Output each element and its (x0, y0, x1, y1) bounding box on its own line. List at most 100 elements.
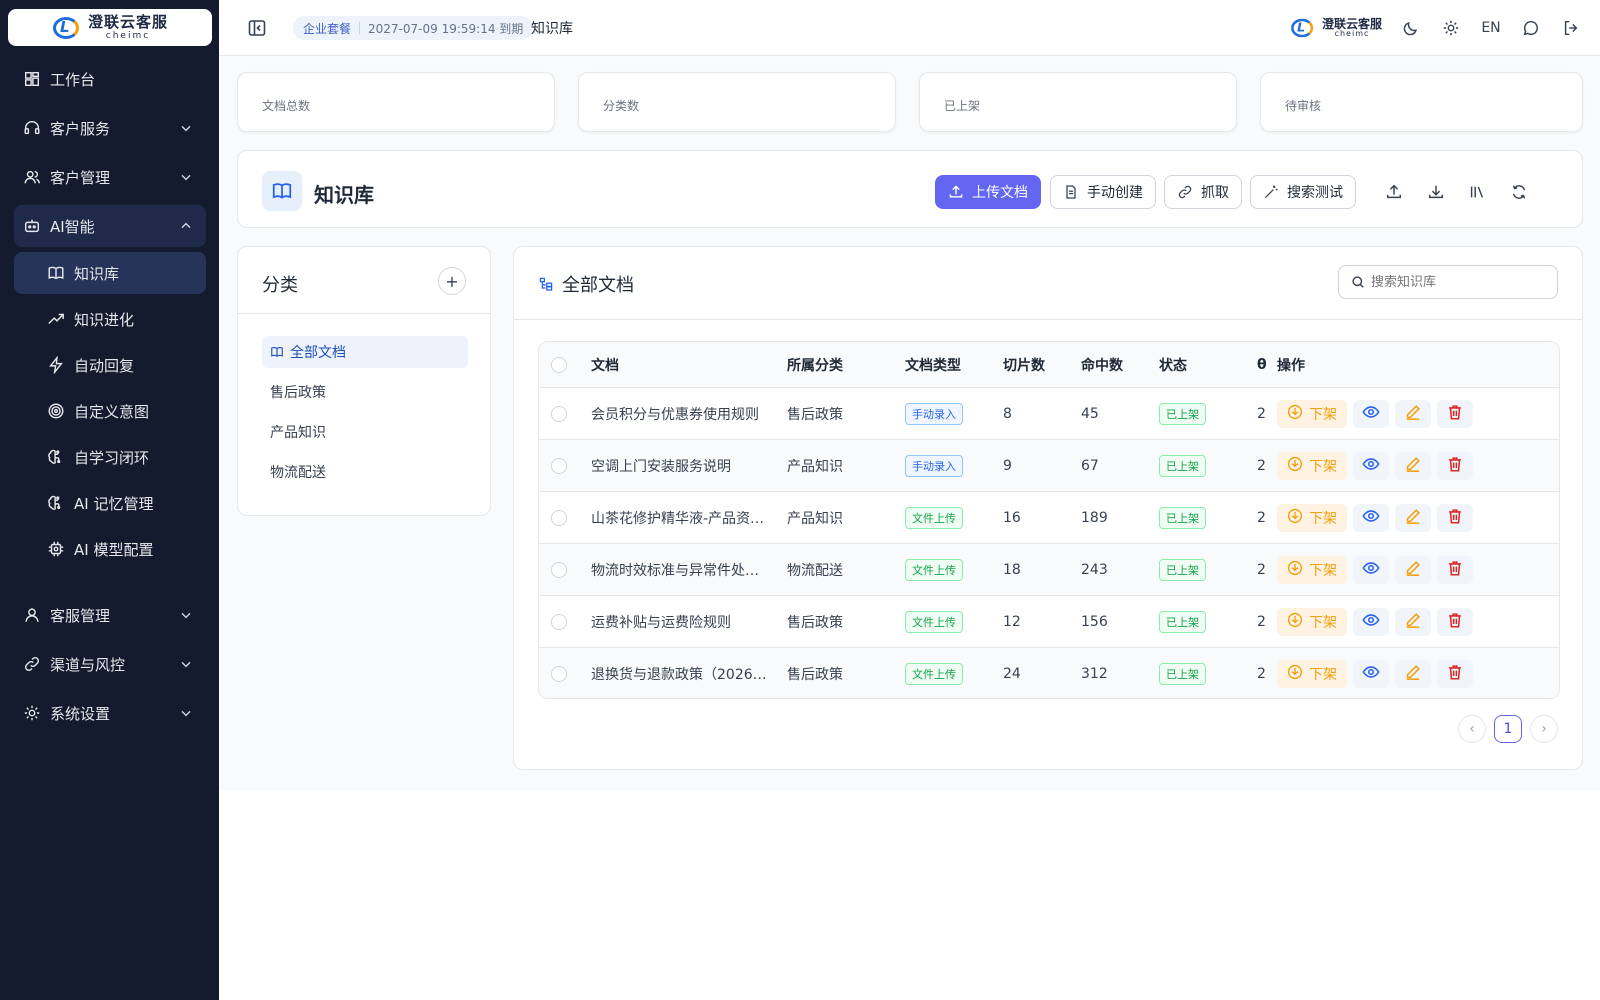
doc-name[interactable]: 运费补贴与运费险规则 (591, 596, 771, 647)
unpublish-button[interactable]: 下架 (1277, 607, 1347, 636)
page-number-button[interactable]: 1 (1494, 715, 1522, 743)
edit-button[interactable] (1395, 555, 1431, 584)
table-row[interactable]: 物流时效标准与异常件处… 物流配送 文件上传 18 243 已上架 2 下架 (539, 544, 1559, 596)
row-checkbox[interactable] (551, 440, 567, 491)
category-item[interactable]: 全部文档 (262, 336, 468, 368)
unpublish-label: 下架 (1309, 510, 1337, 527)
doc-name[interactable]: 物流时效标准与异常件处… (591, 544, 771, 595)
unpublish-button[interactable]: 下架 (1277, 399, 1347, 428)
col-status: 状态 (1159, 357, 1187, 374)
delete-button[interactable] (1437, 659, 1473, 688)
sidebar-collapse-icon[interactable] (247, 18, 267, 38)
logout-icon[interactable] (1560, 17, 1582, 39)
search-input[interactable] (1371, 274, 1551, 290)
sidebar-subitem-3[interactable]: 自定义意图 (14, 390, 206, 432)
search-box[interactable] (1338, 265, 1558, 299)
sidebar-item-label: 渠道与风控 (50, 655, 126, 674)
doc-name[interactable]: 空调上门安装服务说明 (591, 440, 771, 491)
col-chunks: 切片数 (1003, 357, 1045, 374)
sidebar-subitem-1[interactable]: 知识进化 (14, 298, 206, 340)
doc-name[interactable]: 退换货与退款政策（2026… (591, 648, 771, 698)
unpublish-button[interactable]: 下架 (1277, 503, 1347, 532)
plan-expire: 2027-07-09 19:59:14 到期 (368, 21, 524, 36)
table-row[interactable]: 会员积分与优惠券使用规则 售后政策 手动录入 8 45 已上架 2 下架 (539, 388, 1559, 440)
delete-button[interactable] (1437, 503, 1473, 532)
search-test-button[interactable]: 搜索测试 (1250, 175, 1356, 209)
edit-button[interactable] (1395, 451, 1431, 480)
sidebar-item-4[interactable]: 客服管理 (14, 594, 206, 636)
row-checkbox[interactable] (551, 544, 567, 595)
sidebar-subitem-label: 知识库 (74, 264, 120, 283)
sidebar-subitem-4[interactable]: 自学习闭环 (14, 436, 206, 478)
moon-icon[interactable] (1400, 17, 1422, 39)
magic-wand-icon (1264, 185, 1278, 199)
delete-button[interactable] (1437, 451, 1473, 480)
edit-button[interactable] (1395, 399, 1431, 428)
library-icon[interactable] (1466, 181, 1488, 203)
sidebar-item-0[interactable]: 工作台 (14, 58, 206, 100)
doc-type-cell: 文件上传 (905, 648, 963, 698)
crawl-button[interactable]: 抓取 (1164, 175, 1242, 209)
document-panel-title: 全部文档 (538, 271, 634, 297)
prev-page-button[interactable]: ‹ (1458, 715, 1486, 743)
edit-button[interactable] (1395, 607, 1431, 636)
view-button[interactable] (1353, 607, 1389, 636)
col-hits: 命中数 (1081, 357, 1123, 374)
table-row[interactable]: 退换货与退款政策（2026… 售后政策 文件上传 24 312 已上架 2 下架 (539, 648, 1559, 698)
upload-document-button[interactable]: 上传文档 (935, 175, 1041, 209)
status-badge: 已上架 (1159, 506, 1206, 529)
add-category-button[interactable]: + (438, 267, 466, 295)
edit-button[interactable] (1395, 503, 1431, 532)
view-button[interactable] (1353, 399, 1389, 428)
sidebar-subitem-2[interactable]: 自动回复 (14, 344, 206, 386)
unpublish-button[interactable]: 下架 (1277, 451, 1347, 480)
unpublish-button[interactable]: 下架 (1277, 555, 1347, 584)
sidebar-item-3[interactable]: AI智能 (14, 205, 206, 247)
table-row[interactable]: 空调上门安装服务说明 产品知识 手动录入 9 67 已上架 2 下架 (539, 440, 1559, 492)
sidebar-item-5[interactable]: 渠道与风控 (14, 643, 206, 685)
view-button[interactable] (1353, 503, 1389, 532)
delete-button[interactable] (1437, 399, 1473, 428)
view-button[interactable] (1353, 451, 1389, 480)
row-checkbox[interactable] (551, 648, 567, 698)
row-checkbox[interactable] (551, 596, 567, 647)
status-badge: 已上架 (1159, 558, 1206, 581)
row-checkbox[interactable] (551, 388, 567, 439)
language-toggle[interactable]: EN (1480, 17, 1502, 39)
select-all-checkbox[interactable] (551, 342, 567, 387)
category-item[interactable]: 售后政策 (262, 376, 468, 408)
manual-create-button[interactable]: 手动创建 (1050, 175, 1156, 209)
sidebar-item-2[interactable]: 客户管理 (14, 156, 206, 198)
delete-button[interactable] (1437, 555, 1473, 584)
row-checkbox[interactable] (551, 492, 567, 543)
table-row[interactable]: 运费补贴与运费险规则 售后政策 文件上传 12 156 已上架 2 下架 (539, 596, 1559, 648)
doc-name[interactable]: 山茶花修护精华液-产品资… (591, 492, 771, 543)
export-icon[interactable] (1383, 181, 1405, 203)
pencil-icon (1404, 559, 1422, 581)
doc-type-tag: 文件上传 (905, 662, 963, 685)
dashboard-icon (22, 69, 42, 89)
category-item[interactable]: 物流配送 (262, 456, 468, 488)
view-button[interactable] (1353, 555, 1389, 584)
next-page-button[interactable]: › (1530, 715, 1558, 743)
sidebar-item-1[interactable]: 客户服务 (14, 107, 206, 149)
sidebar-subitem-0[interactable]: 知识库 (14, 252, 206, 294)
chat-icon[interactable] (1520, 17, 1542, 39)
row-actions: 下架 (1277, 648, 1479, 698)
gear-icon[interactable] (1440, 17, 1462, 39)
edit-button[interactable] (1395, 659, 1431, 688)
doc-name[interactable]: 会员积分与优惠券使用规则 (591, 388, 771, 439)
download-icon[interactable] (1425, 181, 1447, 203)
category-item[interactable]: 产品知识 (262, 416, 468, 448)
refresh-icon[interactable] (1508, 181, 1530, 203)
view-button[interactable] (1353, 659, 1389, 688)
delete-button[interactable] (1437, 607, 1473, 636)
link-icon (22, 654, 42, 674)
sidebar-subitem-6[interactable]: AI 模型配置 (14, 528, 206, 570)
table-row[interactable]: 山茶花修护精华液-产品资… 产品知识 文件上传 16 189 已上架 2 下架 (539, 492, 1559, 544)
unpublish-button[interactable]: 下架 (1277, 659, 1347, 688)
sidebar-item-6[interactable]: 系统设置 (14, 692, 206, 734)
stat-label: 待审核 (1285, 99, 1322, 113)
brand-logo[interactable]: L 澄联云客服 cheimc (8, 9, 212, 46)
sidebar-subitem-5[interactable]: AI 记忆管理 (14, 482, 206, 524)
